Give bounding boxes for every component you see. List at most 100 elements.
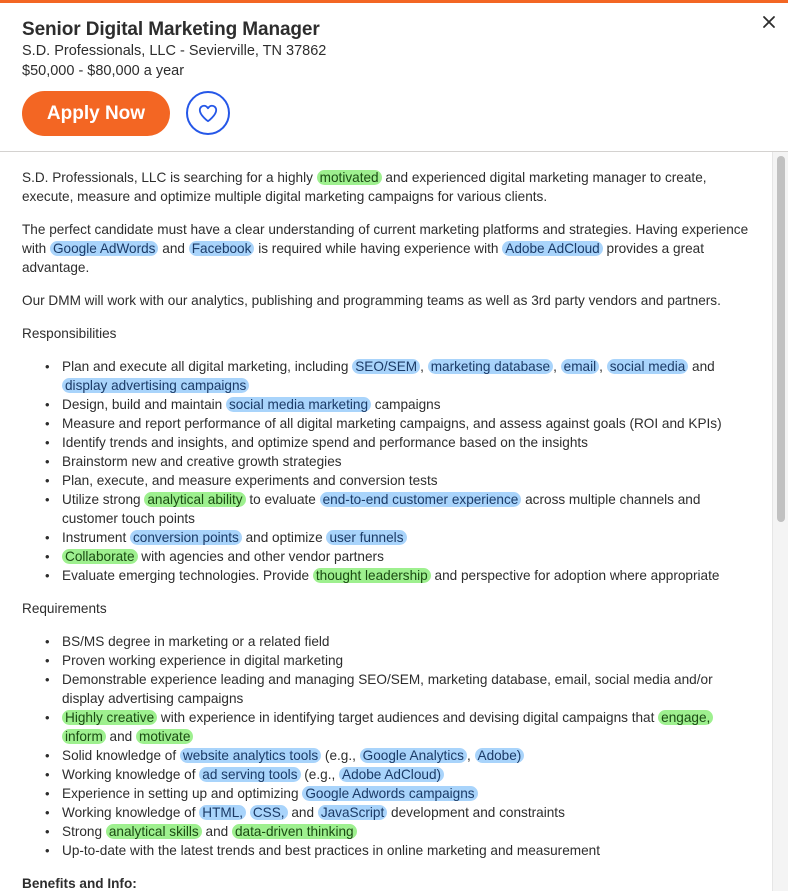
close-button[interactable]	[758, 11, 780, 33]
text-run: Utilize strong	[62, 492, 145, 507]
close-icon	[763, 16, 775, 28]
text-run: ,	[553, 359, 561, 374]
text-run: and	[105, 729, 137, 744]
hard-skill-highlight: display advertising campaigns	[62, 378, 250, 393]
text-run: ,	[420, 359, 428, 374]
soft-skill-highlight: data-driven thinking	[231, 824, 357, 839]
hard-skill-highlight: email	[560, 359, 600, 374]
save-job-button[interactable]	[186, 91, 230, 135]
text-run: development and constraints	[387, 805, 565, 820]
hard-skill-highlight: conversion points	[130, 530, 242, 545]
soft-skill-highlight: thought leadership	[312, 568, 431, 583]
text-run: ,	[466, 748, 475, 763]
text-run: BS/MS degree in marketing or a related f…	[62, 634, 330, 649]
list-item: Proven working experience in digital mar…	[45, 651, 752, 670]
hard-skill-highlight: Google Adwords campaigns	[302, 786, 478, 801]
text-run: Measure and report performance of all di…	[62, 416, 722, 431]
description-paragraph: Our DMM will work with our analytics, pu…	[22, 291, 752, 310]
text-run: Plan, execute, and measure experiments a…	[62, 473, 438, 488]
salary: $50,000 - $80,000 a year	[22, 63, 185, 79]
hard-skill-highlight: website analytics tools	[179, 748, 322, 763]
list-item: Working knowledge of HTML, CSS, and Java…	[45, 803, 752, 822]
requirements-list: BS/MS degree in marketing or a related f…	[22, 632, 752, 860]
hard-skill-highlight: HTML,	[199, 805, 247, 820]
scrollbar-thumb[interactable]	[777, 156, 785, 522]
heart-icon	[198, 104, 218, 123]
text-run: ,	[599, 359, 607, 374]
list-item: Measure and report performance of all di…	[45, 414, 752, 433]
benefits-heading: Benefits and Info:	[22, 876, 137, 891]
text-run: Experience in setting up and optimizing	[62, 786, 303, 801]
text-run: is required while having experience with	[254, 241, 503, 256]
hard-skill-highlight: ad serving tools	[199, 767, 301, 782]
hard-skill-highlight: social media marketing	[225, 397, 372, 412]
job-description: S.D. Professionals, LLC is searching for…	[0, 152, 772, 891]
hard-skill-highlight: user funnels	[326, 530, 407, 545]
hard-skill-highlight: SEO/SEM	[352, 359, 421, 374]
text-run: Proven working experience in digital mar…	[62, 653, 344, 668]
soft-skill-highlight: Highly creative	[62, 710, 158, 725]
text-run: with experience in identifying target au…	[157, 710, 659, 725]
hard-skill-highlight: JavaScript	[317, 805, 388, 820]
text-run: Identify trends and insights, and optimi…	[62, 435, 588, 450]
list-item: Experience in setting up and optimizing …	[45, 784, 752, 803]
text-run: Working knowledge of	[62, 767, 200, 782]
text-run: Design, build and maintain	[62, 397, 226, 412]
job-title: Senior Digital Marketing Manager	[22, 19, 320, 40]
list-item: Highly creative with experience in ident…	[45, 708, 752, 746]
company-location[interactable]: S.D. Professionals, LLC - Sevierville, T…	[22, 43, 326, 59]
text-run: Evaluate emerging technologies. Provide	[62, 568, 313, 583]
soft-skill-highlight: analytical skills	[105, 824, 202, 839]
list-item: Solid knowledge of website analytics too…	[45, 746, 752, 765]
list-item: Design, build and maintain social media …	[45, 395, 752, 414]
soft-skill-highlight: analytical ability	[144, 492, 246, 507]
text-run: and perspective for adoption where appro…	[430, 568, 720, 583]
responsibilities-heading: Responsibilities	[22, 326, 117, 341]
requirements-heading: Requirements	[22, 601, 107, 616]
text-run: Plan and execute all digital marketing, …	[62, 359, 353, 374]
text-run: S.D. Professionals, LLC is searching for…	[22, 170, 317, 185]
text-run: Instrument	[62, 530, 130, 545]
hard-skill-highlight: social media	[606, 359, 689, 374]
soft-skill-highlight: engage,	[658, 710, 714, 725]
text-run: and	[287, 805, 318, 820]
job-header: Senior Digital Marketing Manager S.D. Pr…	[0, 3, 788, 151]
apply-now-button[interactable]: Apply Now	[22, 91, 170, 136]
list-item: Utilize strong analytical ability to eva…	[45, 490, 752, 528]
hard-skill-highlight: Adobe AdCloud	[502, 241, 603, 256]
text-run: Our DMM will work with our analytics, pu…	[22, 293, 721, 308]
scrollbar[interactable]	[772, 152, 788, 891]
soft-skill-highlight: motivated	[316, 170, 382, 185]
list-item: Evaluate emerging technologies. Provide …	[45, 566, 752, 585]
list-item: Collaborate with agencies and other vend…	[45, 547, 752, 566]
text-run: and	[158, 241, 189, 256]
text-run: Brainstorm new and creative growth strat…	[62, 454, 342, 469]
hard-skill-highlight: Adobe)	[474, 748, 525, 763]
list-item: Identify trends and insights, and optimi…	[45, 433, 752, 452]
text-run: campaigns	[371, 397, 441, 412]
text-run: to evaluate	[245, 492, 320, 507]
text-run: (e.g.,	[321, 748, 360, 763]
text-run: Strong	[62, 824, 106, 839]
list-item: BS/MS degree in marketing or a related f…	[45, 632, 752, 651]
text-run: Solid knowledge of	[62, 748, 180, 763]
hard-skill-highlight: end-to-end customer experience	[319, 492, 522, 507]
soft-skill-highlight: Collaborate	[62, 549, 138, 564]
text-run: with agencies and other vendor partners	[137, 549, 384, 564]
list-item: Plan, execute, and measure experiments a…	[45, 471, 752, 490]
list-item: Plan and execute all digital marketing, …	[45, 357, 752, 395]
hard-skill-highlight: marketing database	[427, 359, 554, 374]
hard-skill-highlight: CSS,	[249, 805, 288, 820]
text-run: (e.g.,	[300, 767, 340, 782]
hard-skill-highlight: Adobe AdCloud)	[339, 767, 445, 782]
list-item: Strong analytical skills and data-driven…	[45, 822, 752, 841]
list-item: Up-to-date with the latest trends and be…	[45, 841, 752, 860]
text-run: Up-to-date with the latest trends and be…	[62, 843, 600, 858]
text-run: and	[201, 824, 232, 839]
description-paragraph: S.D. Professionals, LLC is searching for…	[22, 168, 752, 206]
text-run: and	[688, 359, 715, 374]
hard-skill-highlight: Google AdWords	[49, 241, 159, 256]
description-paragraph: The perfect candidate must have a clear …	[22, 220, 752, 277]
hard-skill-highlight: Google Analytics	[359, 748, 467, 763]
soft-skill-highlight: inform	[62, 729, 106, 744]
